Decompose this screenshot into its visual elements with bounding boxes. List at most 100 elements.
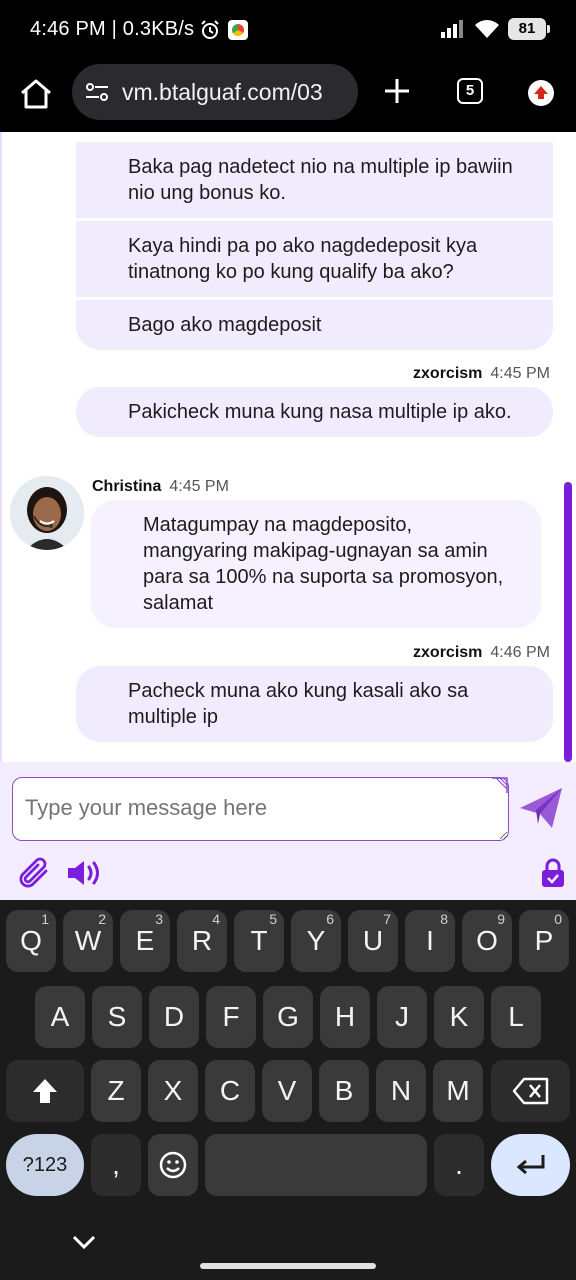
spacebar[interactable] [205,1134,427,1196]
comma-key[interactable]: , [91,1134,141,1196]
on-screen-keyboard: Q1 W2 E3 R4 T5 Y6 U7 I8 O9 P0 A S D F G … [0,900,576,1280]
key-o[interactable]: O9 [462,910,512,972]
backspace-key[interactable] [491,1060,570,1122]
battery-indicator: 81 [508,18,550,40]
key-label: Q [20,925,42,956]
key-hint: 7 [383,911,391,927]
user-message-bubble: Baka pag nadetect nio na multiple ip baw… [76,142,553,218]
message-time: 4:46 PM [490,644,550,661]
key-label: I [426,925,434,956]
key-d[interactable]: D [149,986,199,1048]
key-m[interactable]: M [433,1060,483,1122]
agent-photo-icon [10,476,84,550]
key-label: E [135,925,155,956]
hide-keyboard-chevron-icon[interactable] [70,1228,98,1256]
wifi-icon [475,20,499,38]
key-label: T [250,925,268,956]
user-message-bubble: Kaya hindi pa po ako nagdedeposit kya ti… [76,221,553,297]
tab-switcher-button[interactable]: 5 [457,78,483,104]
agent-avatar [10,476,84,550]
key-label: U [362,925,384,956]
key-hint: 6 [326,911,334,927]
key-r[interactable]: R4 [177,910,227,972]
key-x[interactable]: X [148,1060,198,1122]
resize-handle-icon[interactable] [490,777,508,795]
browser-toolbar: vm.btalguaf.com/03 5 [0,62,576,132]
browser-menu-update-icon[interactable] [528,80,554,106]
agent-message-bubble: Matagumpay na magdeposito, mangyaring ma… [91,500,541,628]
message-input[interactable] [12,777,509,841]
status-bar: 4:46 PM | 0.3KB/s 81 [0,0,576,62]
emoji-icon [159,1151,187,1179]
chrome-notification-icon [228,19,249,40]
key-hint: 9 [497,911,505,927]
key-b[interactable]: B [319,1060,369,1122]
sender-name: zxorcism [413,365,483,382]
gesture-navigation-bar[interactable] [200,1263,376,1269]
url-text: vm.btalguaf.com/03 [122,78,323,105]
address-bar[interactable]: vm.btalguaf.com/03 [72,64,358,120]
message-composer [0,762,576,900]
signal-icon [441,20,463,38]
status-time-network: 4:46 PM | 0.3KB/s [30,18,195,40]
key-l[interactable]: L [491,986,541,1048]
shift-icon [33,1079,57,1103]
user-message-bubble: Pakicheck muna kung nasa multiple ip ako… [76,387,553,437]
site-settings-icon[interactable] [84,81,110,103]
key-j[interactable]: J [377,986,427,1048]
message-meta: zxorcism 4:46 PM [413,644,550,662]
key-i[interactable]: I8 [405,910,455,972]
key-c[interactable]: C [205,1060,255,1122]
emoji-key[interactable] [148,1134,198,1196]
user-message-group: Pacheck muna ako kung kasali ako sa mult… [76,666,553,742]
chat-messages[interactable]: Baka pag nadetect nio na multiple ip baw… [0,132,576,762]
sound-icon[interactable] [66,858,102,888]
key-e[interactable]: E3 [120,910,170,972]
symbols-key[interactable]: ?123 [6,1134,84,1196]
shift-key[interactable] [6,1060,84,1122]
sender-name: zxorcism [413,644,483,661]
backspace-icon [512,1077,548,1105]
status-left: 4:46 PM | 0.3KB/s [30,18,249,41]
user-message-bubble: Pacheck muna ako kung kasali ako sa mult… [76,666,553,742]
enter-icon [516,1155,544,1175]
key-label: R [191,925,213,956]
key-p[interactable]: P0 [519,910,569,972]
key-u[interactable]: U7 [348,910,398,972]
new-tab-icon[interactable] [382,76,412,106]
key-y[interactable]: Y6 [291,910,341,972]
secure-lock-icon[interactable] [540,858,566,888]
key-k[interactable]: K [434,986,484,1048]
key-hint: 3 [155,911,163,927]
key-n[interactable]: N [376,1060,426,1122]
enter-key[interactable] [491,1134,570,1196]
home-icon[interactable] [18,76,54,112]
period-key[interactable]: . [434,1134,484,1196]
key-label: O [476,925,498,956]
key-h[interactable]: H [320,986,370,1048]
user-message-bubble: Bago ako magdeposit [76,300,553,350]
key-q[interactable]: Q1 [6,910,56,972]
key-label: Y [306,925,326,956]
key-z[interactable]: Z [91,1060,141,1122]
key-hint: 0 [554,911,562,927]
key-f[interactable]: F [206,986,256,1048]
attach-file-icon[interactable] [18,856,52,890]
chat-scrollbar[interactable] [564,482,572,762]
user-message-group: Pakicheck muna kung nasa multiple ip ako… [76,387,553,437]
message-time: 4:45 PM [490,365,550,382]
message-meta: zxorcism 4:45 PM [413,365,550,383]
user-message-group: Baka pag nadetect nio na multiple ip baw… [76,142,553,350]
key-g[interactable]: G [263,986,313,1048]
key-v[interactable]: V [262,1060,312,1122]
key-a[interactable]: A [35,986,85,1048]
key-label: W [74,925,102,956]
key-w[interactable]: W2 [63,910,113,972]
send-icon[interactable] [518,786,564,830]
key-hint: 1 [41,911,49,927]
status-right: 81 [440,18,550,40]
agent-message-meta: Christina 4:45 PM [92,478,229,496]
key-t[interactable]: T5 [234,910,284,972]
key-hint: 2 [98,911,106,927]
key-s[interactable]: S [92,986,142,1048]
